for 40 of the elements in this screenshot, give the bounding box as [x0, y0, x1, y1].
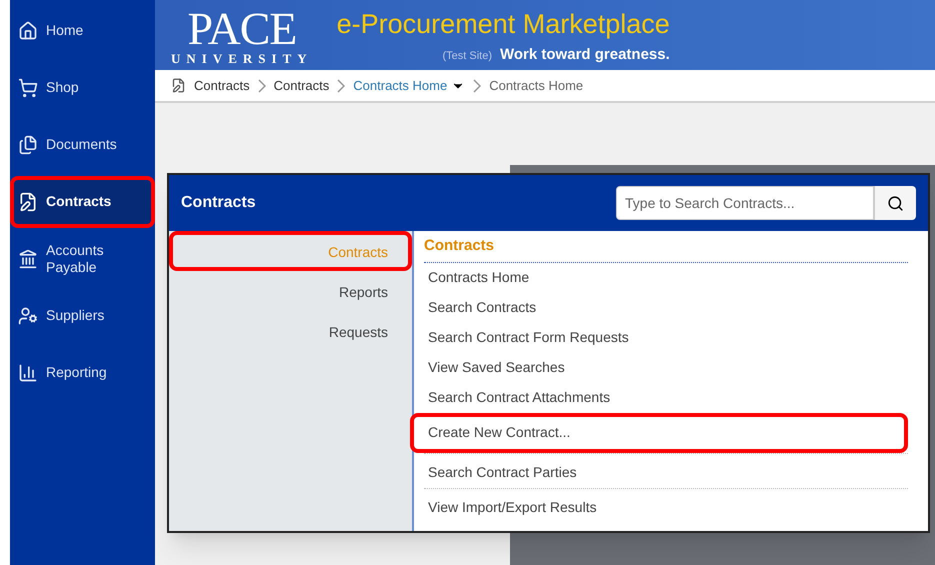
- sidebar-item[interactable]: Shop: [10, 62, 155, 114]
- sidebar-item[interactable]: Reporting: [10, 347, 155, 399]
- breadcrumb-link[interactable]: Contracts: [194, 76, 250, 96]
- category-item[interactable]: Reports: [169, 271, 412, 311]
- menu-link[interactable]: Search Contract Form Requests: [424, 322, 908, 352]
- sidebar-item[interactable]: Home: [10, 5, 155, 57]
- chevron-icon: [337, 78, 346, 92]
- section-title: Contracts: [424, 235, 908, 262]
- menu-link[interactable]: Search Contracts: [424, 292, 908, 322]
- bar-chart-icon: [18, 363, 38, 383]
- pen-document-icon: [171, 78, 186, 93]
- search-button[interactable]: [874, 186, 916, 220]
- breadcrumb-dropdown[interactable]: Contracts Home: [353, 76, 466, 96]
- person-icon: [18, 306, 38, 326]
- site-note: (Test Site): [442, 49, 492, 64]
- search-icon: [887, 194, 904, 212]
- menu-link[interactable]: Search Contract Attachments: [424, 382, 908, 412]
- pen-document-icon: [18, 192, 38, 212]
- flyout-title: Contracts: [181, 193, 256, 213]
- menu-link[interactable]: View Import/Export Results: [424, 492, 908, 522]
- sidebar-item[interactable]: Accounts Payable: [10, 233, 155, 285]
- menu-link[interactable]: Search Contract Parties: [424, 458, 908, 488]
- cart-icon: [18, 78, 38, 98]
- sidebar-item[interactable]: Contracts: [10, 176, 155, 228]
- bank-icon: [18, 249, 38, 269]
- menu-link[interactable]: Contracts Home: [424, 262, 908, 292]
- chevron-icon: [258, 78, 266, 92]
- documents-icon: [18, 135, 38, 155]
- site-title: e-Procurement Marketplace: [336, 8, 670, 41]
- category-item[interactable]: Requests: [169, 311, 412, 351]
- breadcrumb-link[interactable]: Contracts: [274, 76, 330, 96]
- sidebar-item[interactable]: Suppliers: [10, 290, 155, 342]
- tagline: Work toward greatness.: [500, 45, 670, 65]
- search-field[interactable]: Type to Search Contracts...: [616, 186, 874, 220]
- home-icon: [18, 21, 38, 41]
- chevron-icon: [473, 78, 482, 92]
- sidebar-item[interactable]: Documents: [10, 119, 155, 171]
- menu-link[interactable]: Create New Contract...: [410, 412, 908, 452]
- university-logo: PACE UNIVERSITY: [171, 6, 313, 64]
- menu-link[interactable]: View Saved Searches: [424, 352, 908, 382]
